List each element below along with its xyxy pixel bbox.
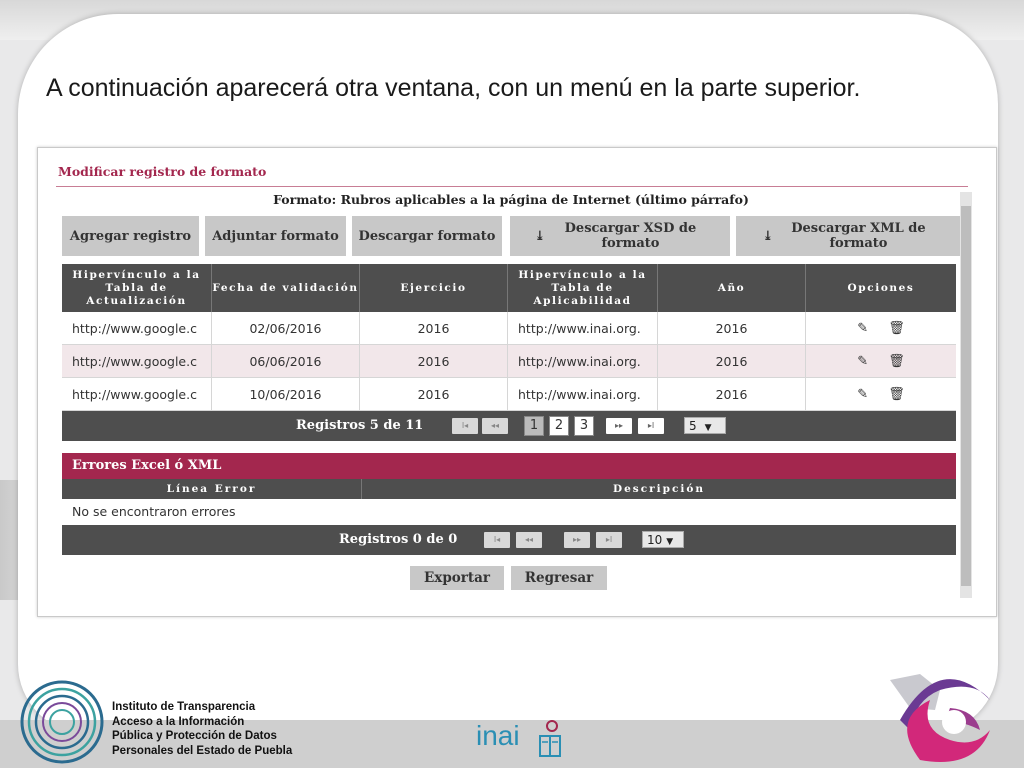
chevron-down-icon: ▼ <box>704 423 712 433</box>
page-number-button[interactable]: 2 <box>549 416 569 436</box>
errors-pager: Registros 0 de 0 I◂ ◂◂ ▸▸ ▸I 10 ▼ <box>62 525 956 555</box>
table-pager: Registros 5 de 11 I◂ ◂◂ 1 2 3 ▸▸ ▸I 5 ▼ <box>62 411 956 441</box>
institute-logo <box>20 680 104 764</box>
table-cell[interactable]: http://www.google.c <box>62 312 212 344</box>
institute-name: Instituto de Transparencia Acceso a la I… <box>112 700 292 758</box>
column-header[interactable]: Ejercicio <box>360 264 508 312</box>
options-cell: ✎ 🗑 <box>806 345 956 377</box>
page-size-value: 5 <box>689 419 697 433</box>
institute-name-line: Instituto de Transparencia <box>112 701 256 713</box>
options-cell: ✎ 🗑 <box>806 312 956 344</box>
page-number-button[interactable]: 1 <box>524 416 544 436</box>
column-header: Descripción <box>613 482 705 495</box>
vertical-scrollbar[interactable] <box>960 192 972 598</box>
table-cell: 10/06/2016 <box>212 378 360 410</box>
table-cell[interactable]: http://www.inai.org. <box>508 378 658 410</box>
prev-page-button[interactable]: ◂◂ <box>516 532 542 548</box>
pencil-icon[interactable]: ✎ <box>857 387 868 402</box>
trash-icon[interactable]: 🗑 <box>888 354 905 369</box>
column-header[interactable]: Fecha de validación <box>212 264 360 312</box>
trash-icon[interactable]: 🗑 <box>888 321 905 336</box>
prev-page-button[interactable]: ◂◂ <box>482 418 508 434</box>
back-button[interactable]: Regresar <box>511 566 607 590</box>
table-body: http://www.google.c 02/06/2016 2016 http… <box>62 312 956 411</box>
pager-label: Registros 0 de 0 <box>339 532 458 547</box>
last-page-button[interactable]: ▸I <box>596 532 622 548</box>
table-row: http://www.google.c 02/06/2016 2016 http… <box>62 312 956 345</box>
download-xsd-button[interactable]: ⤓ Descargar XSD de formato <box>510 216 730 256</box>
institute-name-line: Personales del Estado de Puebla <box>112 744 293 757</box>
column-header: Línea Error <box>62 479 362 499</box>
first-page-button[interactable]: I◂ <box>484 532 510 548</box>
table-cell[interactable]: http://www.google.c <box>62 378 212 410</box>
download-format-button[interactable]: Descargar formato <box>352 216 502 256</box>
page-number-button[interactable]: 3 <box>574 416 594 436</box>
table-cell[interactable]: http://www.inai.org. <box>508 312 658 344</box>
page-size-select[interactable]: 10 ▼ <box>642 531 684 548</box>
window-title: Modificar registro de formato <box>58 164 267 179</box>
table-cell: 2016 <box>360 312 508 344</box>
add-record-label: Agregar registro <box>69 228 192 244</box>
download-icon: ⤓ <box>534 228 546 244</box>
column-header: Opciones <box>847 281 915 294</box>
chevron-down-icon: ▼ <box>666 537 674 547</box>
slide-caption: A continuación aparecerá otra ventana, c… <box>46 74 861 102</box>
decorative-swirl-logo <box>890 674 990 762</box>
errors-table-header: Línea Error Descripción <box>62 479 956 499</box>
pager-label: Registros 5 de 11 <box>296 418 424 433</box>
download-format-label: Descargar formato <box>358 228 496 244</box>
next-page-button[interactable]: ▸▸ <box>564 532 590 548</box>
pencil-icon[interactable]: ✎ <box>857 321 868 336</box>
download-xml-button[interactable]: ⤓ Descargar XML de formato <box>736 216 960 256</box>
table-cell: 06/06/2016 <box>212 345 360 377</box>
add-record-button[interactable]: Agregar registro <box>62 216 199 256</box>
pencil-icon[interactable]: ✎ <box>857 354 868 369</box>
table-cell: 2016 <box>658 378 806 410</box>
trash-icon[interactable]: 🗑 <box>888 387 905 402</box>
errors-section-title: Errores Excel ó XML <box>62 453 956 479</box>
title-divider <box>56 186 968 187</box>
inai-logo-text: inai <box>476 720 520 751</box>
table-cell: 2016 <box>658 345 806 377</box>
table-row: http://www.google.c 10/06/2016 2016 http… <box>62 378 956 411</box>
table-cell[interactable]: http://www.google.c <box>62 345 212 377</box>
column-header[interactable]: Hipervínculo a la Tabla de Aplicabilidad <box>508 264 658 312</box>
download-xml-label: Descargar XML de formato <box>791 221 926 251</box>
first-page-button[interactable]: I◂ <box>452 418 478 434</box>
table-row: http://www.google.c 06/06/2016 2016 http… <box>62 345 956 378</box>
table-header: Hipervínculo a la Tabla de Actualización… <box>62 264 956 312</box>
column-header[interactable]: Hipervínculo a la Tabla de Actualización <box>62 264 212 312</box>
table-cell: 02/06/2016 <box>212 312 360 344</box>
last-page-button[interactable]: ▸I <box>638 418 664 434</box>
errors-empty-message: No se encontraron errores <box>62 499 956 525</box>
page-size-select[interactable]: 5 ▼ <box>684 417 726 434</box>
institute-name-line: Acceso a la Información <box>112 715 245 728</box>
attach-format-button[interactable]: Adjuntar formato <box>205 216 346 256</box>
screenshot-window: Modificar registro de formato Formato: R… <box>37 147 997 617</box>
export-button[interactable]: Exportar <box>410 566 504 590</box>
table-cell: 2016 <box>658 312 806 344</box>
column-header[interactable]: Año <box>658 264 806 312</box>
table-cell: 2016 <box>360 378 508 410</box>
format-title: Formato: Rubros aplicables a la página d… <box>273 192 749 207</box>
inai-logo-icon <box>539 720 561 757</box>
table-cell[interactable]: http://www.inai.org. <box>508 345 658 377</box>
next-page-button[interactable]: ▸▸ <box>606 418 632 434</box>
institute-name-line: Pública y Protección de Datos <box>112 730 277 742</box>
page-size-value: 10 <box>647 533 663 547</box>
scrollbar-thumb[interactable] <box>961 206 971 586</box>
download-xsd-label: Descargar XSD de formato <box>564 221 697 251</box>
download-icon: ⤓ <box>762 228 774 244</box>
table-cell: 2016 <box>360 345 508 377</box>
attach-format-label: Adjuntar formato <box>212 228 339 244</box>
toolbar: Agregar registro Adjuntar formato Descar… <box>62 216 960 256</box>
options-cell: ✎ 🗑 <box>806 378 956 410</box>
